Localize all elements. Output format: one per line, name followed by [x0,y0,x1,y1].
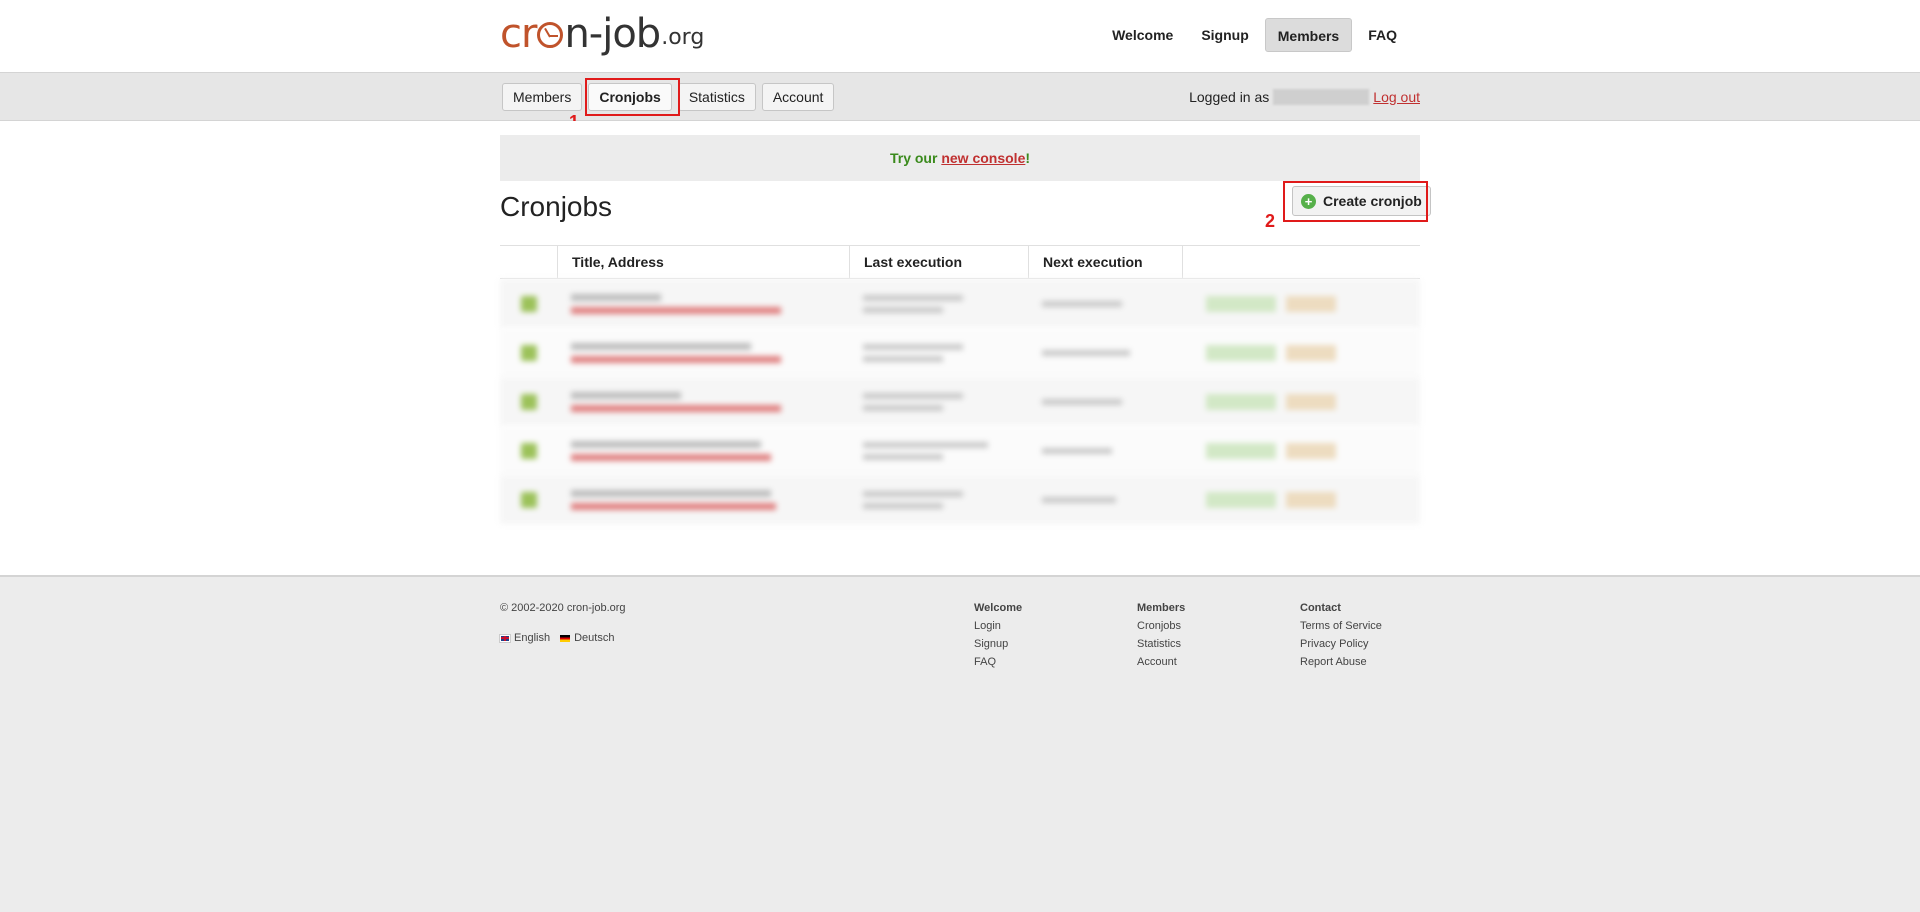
footer-heading: Welcome [974,602,1023,614]
edit-button[interactable] [1206,442,1276,459]
blurred-url [571,502,776,510]
lang-english[interactable]: English [499,632,550,644]
nav-faq[interactable]: FAQ [1356,18,1409,52]
footer-column-contact: Contact Terms of Service Privacy Policy … [1300,602,1382,674]
blurred-title [571,440,761,448]
main-nav: Welcome Signup Members FAQ [1100,18,1409,52]
language-switcher: English Deutsch [499,632,614,644]
tab-statistics[interactable]: Statistics [677,83,756,111]
blurred-last-execution [863,392,963,399]
blurred-last-execution [863,343,963,350]
blurred-url [571,404,781,412]
table-body [500,279,1420,524]
footer-link-account[interactable]: Account [1137,656,1185,668]
login-info: Logged in as Log out [1189,89,1420,105]
blurred-title [571,391,681,399]
status-icon [520,393,537,410]
blurred-next-execution [1042,447,1112,454]
blurred-username [1273,89,1370,105]
blurred-title [571,489,771,497]
annotation-marker-2: 2 [1265,211,1276,231]
console-notice: Try our new console! [500,135,1420,181]
column-header-title[interactable]: Title, Address [557,246,849,278]
table-row[interactable] [500,426,1420,475]
blurred-url [571,306,781,314]
flag-de-icon [560,634,571,642]
column-header-actions [1182,246,1420,278]
members-subnav-bar: Members Cronjobs Statistics Account Logg… [0,72,1920,121]
blurred-last-execution [863,294,963,301]
footer-link-faq[interactable]: FAQ [974,656,1022,668]
flag-uk-icon [499,633,511,643]
column-header-status [500,246,557,278]
cronjobs-table: Title, Address Last execution Next execu… [500,245,1420,524]
column-header-next-execution[interactable]: Next execution [1028,246,1182,278]
delete-button[interactable] [1286,442,1336,459]
blurred-url [571,355,781,363]
blurred-next-execution [1042,300,1122,307]
edit-button[interactable] [1206,344,1276,361]
status-icon [520,295,537,312]
lang-deutsch[interactable]: Deutsch [560,632,614,644]
edit-button[interactable] [1206,491,1276,508]
delete-button[interactable] [1286,344,1336,361]
footer-column-welcome: Welcome Login Signup FAQ [974,602,1022,674]
annotation-box-cronjobs [585,78,680,116]
status-icon [520,442,537,459]
copyright: © 2002-2020 cron-job.org [500,602,626,614]
table-row[interactable] [500,279,1420,328]
blurred-title [571,342,751,350]
status-icon [520,344,537,361]
blurred-url [571,453,771,461]
footer-link-report-abuse[interactable]: Report Abuse [1300,656,1382,668]
footer-link-cronjobs[interactable]: Cronjobs [1137,620,1185,632]
page-title: Cronjobs [500,191,613,222]
status-icon [520,491,537,508]
footer: © 2002-2020 cron-job.org English Deutsch… [0,579,1920,912]
table-row[interactable] [500,475,1420,524]
footer-column-members: Members Cronjobs Statistics Account [1137,602,1185,674]
footer-heading: Contact [1300,602,1341,614]
new-console-link[interactable]: new console [941,150,1025,166]
table-row[interactable] [500,328,1420,377]
nav-signup[interactable]: Signup [1189,18,1260,52]
footer-link-privacy[interactable]: Privacy Policy [1300,638,1382,650]
footer-heading: Members [1137,602,1186,614]
tab-account[interactable]: Account [761,83,835,111]
blurred-title [571,293,661,301]
footer-link-terms[interactable]: Terms of Service [1300,620,1382,632]
tab-members[interactable]: Members [502,83,583,111]
table-header: Title, Address Last execution Next execu… [500,245,1420,279]
edit-button[interactable] [1206,295,1276,312]
table-row[interactable] [500,377,1420,426]
delete-button[interactable] [1286,295,1336,312]
logged-in-label: Logged in as [1189,89,1270,105]
column-header-last-execution[interactable]: Last execution [849,246,1028,278]
blurred-next-execution [1042,349,1130,356]
top-header: cr n-job .org Welcome Signup Members FAQ [0,0,1920,72]
annotation-box-create [1283,181,1428,222]
main-content: Try our new console! Cronjobs + Create c… [0,121,1920,577]
edit-button[interactable] [1206,393,1276,410]
delete-button[interactable] [1286,491,1336,508]
nav-welcome[interactable]: Welcome [1100,18,1185,52]
delete-button[interactable] [1286,393,1336,410]
site-logo[interactable]: cr n-job .org [500,12,704,56]
logout-link[interactable]: Log out [1373,89,1420,105]
footer-link-signup[interactable]: Signup [974,638,1022,650]
footer-link-login[interactable]: Login [974,620,1022,632]
blurred-last-execution [863,441,988,448]
nav-members[interactable]: Members [1264,18,1353,52]
blurred-next-execution [1042,496,1116,503]
footer-link-statistics[interactable]: Statistics [1137,638,1185,650]
blurred-next-execution [1042,398,1122,405]
clock-icon [537,22,564,48]
blurred-last-execution [863,490,963,497]
